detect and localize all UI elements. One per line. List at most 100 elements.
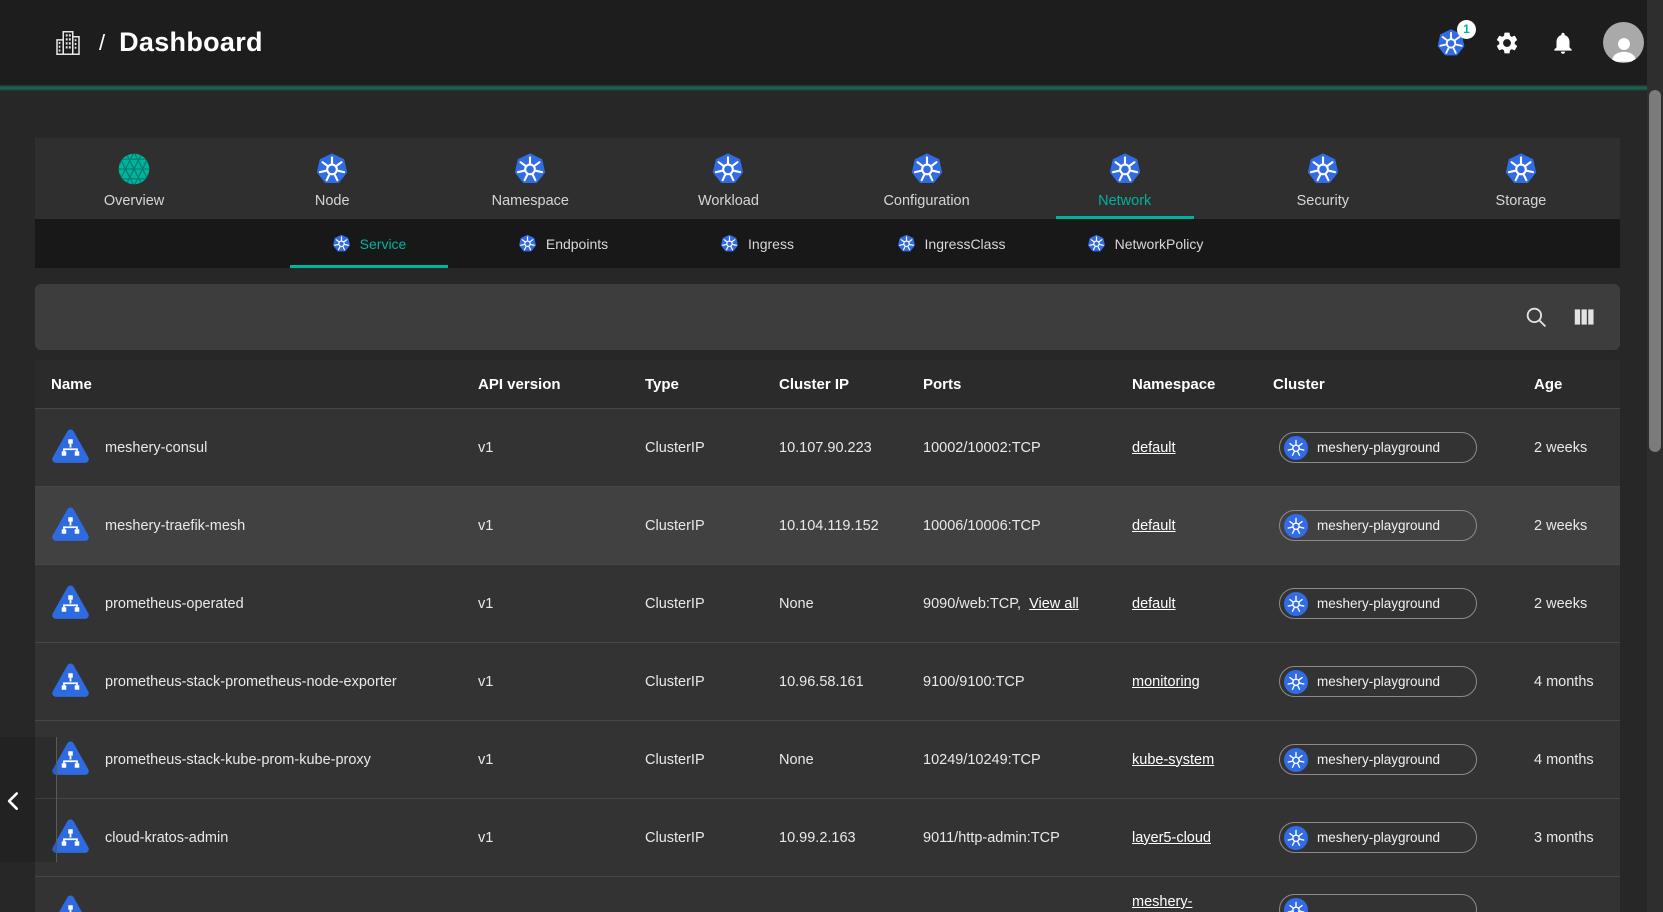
namespace-link[interactable]: meshery- (1132, 894, 1192, 910)
page-scrollbar (1647, 0, 1663, 912)
namespace-cell: default (1116, 565, 1257, 642)
column-header-cluster-ip[interactable]: Cluster IP (763, 376, 907, 393)
table-row[interactable]: prometheus-stack-prometheus-node-exporte… (35, 642, 1620, 720)
table-row[interactable]: prometheus-stack-kube-prom-kube-proxy v1… (35, 720, 1620, 798)
table-row[interactable]: meshery-traefik-mesh v1 ClusterIP 10.104… (35, 486, 1620, 564)
kubernetes-context-button[interactable]: 1 (1435, 27, 1467, 59)
cluster-ip-cell (763, 877, 907, 894)
type-cell: ClusterIP (629, 565, 763, 642)
column-header-name[interactable]: Name (35, 376, 462, 393)
cluster-cell: meshery-playground (1257, 799, 1518, 876)
tab-workload[interactable]: Workload (629, 138, 827, 219)
age-cell: 3 months (1518, 799, 1620, 876)
service-icon (51, 894, 90, 912)
meshery-icon (117, 152, 151, 186)
column-header-ports[interactable]: Ports (907, 376, 1116, 393)
kubernetes-icon (1284, 670, 1308, 694)
gear-icon (1494, 30, 1520, 56)
age-cell: 2 weeks (1518, 565, 1620, 642)
namespace-cell: monitoring (1116, 643, 1257, 720)
cluster-cell: meshery-playground (1257, 721, 1518, 798)
column-header-type[interactable]: Type (629, 376, 763, 393)
organization-building-icon[interactable] (53, 28, 83, 58)
cluster-chip[interactable] (1279, 894, 1477, 912)
ports-value: 10249/10249:TCP (923, 752, 1041, 768)
kubernetes-icon (518, 234, 537, 253)
table-toolbar (35, 284, 1620, 350)
kubernetes-icon (720, 234, 739, 253)
ports-cell: 10006/10006:TCP (907, 487, 1116, 564)
kubernetes-icon (1504, 152, 1538, 186)
service-icon (51, 506, 90, 545)
ports-cell: 10002/10002:TCP (907, 409, 1116, 486)
table-row[interactable]: cloud-kratos-admin v1 ClusterIP 10.99.2.… (35, 798, 1620, 876)
chevron-left-icon[interactable] (1, 787, 27, 813)
column-header-age[interactable]: Age (1518, 376, 1620, 393)
type-cell (629, 877, 763, 894)
namespace-link[interactable]: monitoring (1132, 674, 1200, 690)
cluster-ip-cell: 10.107.90.223 (763, 409, 907, 486)
subtab-ingress[interactable]: Ingress (660, 219, 854, 268)
column-header-api-version[interactable]: API version (462, 376, 629, 393)
kubernetes-icon (513, 152, 547, 186)
scrollbar-thumb[interactable] (1649, 90, 1661, 452)
cluster-cell: meshery-playground (1257, 487, 1518, 564)
column-header-namespace[interactable]: Namespace (1116, 376, 1257, 393)
kubernetes-icon (1306, 152, 1340, 186)
namespace-link[interactable]: layer5-cloud (1132, 830, 1211, 846)
namespace-cell: default (1116, 409, 1257, 486)
cluster-chip[interactable]: meshery-playground (1279, 588, 1477, 619)
ports-cell: 9011/http-admin:TCP (907, 799, 1116, 876)
tab-storage[interactable]: Storage (1422, 138, 1620, 219)
cluster-chip[interactable]: meshery-playground (1279, 510, 1477, 541)
namespace-cell: meshery- (1116, 877, 1257, 910)
column-header-cluster[interactable]: Cluster (1257, 376, 1518, 393)
age-cell: 2 weeks (1518, 487, 1620, 564)
user-avatar[interactable] (1603, 22, 1644, 63)
cluster-chip[interactable]: meshery-playground (1279, 744, 1477, 775)
cluster-ip-cell: None (763, 565, 907, 642)
table-row[interactable]: meshery-consul v1 ClusterIP 10.107.90.22… (35, 408, 1620, 486)
cluster-chip[interactable]: meshery-playground (1279, 822, 1477, 853)
namespace-link[interactable]: default (1132, 440, 1176, 456)
tab-security[interactable]: Security (1224, 138, 1422, 219)
notifications-button[interactable] (1547, 27, 1579, 59)
tab-namespace[interactable]: Namespace (431, 138, 629, 219)
subtab-endpoints[interactable]: Endpoints (466, 219, 660, 268)
subtab-ingressclass[interactable]: IngressClass (854, 219, 1048, 268)
namespace-link[interactable]: kube-system (1132, 752, 1214, 768)
tab-label: Node (315, 193, 350, 209)
kubernetes-icon (1087, 234, 1106, 253)
subtab-label: NetworkPolicy (1115, 236, 1204, 252)
service-name: prometheus-operated (105, 596, 244, 612)
cluster-chip[interactable]: meshery-playground (1279, 666, 1477, 697)
person-icon (1607, 32, 1641, 63)
search-button[interactable] (1520, 301, 1552, 333)
main-tabs: Overview Node Namespace Workload Configu… (35, 138, 1620, 219)
cluster-chip[interactable]: meshery-playground (1279, 432, 1477, 463)
settings-button[interactable] (1491, 27, 1523, 59)
cluster-cell (1257, 877, 1518, 912)
cluster-ip-cell: 10.96.58.161 (763, 643, 907, 720)
table-row[interactable]: prometheus-operated v1 ClusterIP None 90… (35, 564, 1620, 642)
subtab-service[interactable]: Service (272, 219, 466, 268)
kubernetes-icon (1284, 592, 1308, 616)
age-cell (1518, 877, 1620, 894)
ports-value: 9100/9100:TCP (923, 674, 1025, 690)
tab-overview[interactable]: Overview (35, 138, 233, 219)
header-actions: 1 (1435, 22, 1644, 63)
tab-network[interactable]: Network (1026, 138, 1224, 219)
table-row[interactable]: meshery- (35, 876, 1620, 912)
kubernetes-icon (1108, 152, 1142, 186)
tab-label: Overview (104, 193, 164, 209)
view-all-link[interactable]: View all (1029, 596, 1079, 612)
tab-node[interactable]: Node (233, 138, 431, 219)
tab-configuration[interactable]: Configuration (828, 138, 1026, 219)
view-columns-button[interactable] (1568, 301, 1600, 333)
subtab-networkpolicy[interactable]: NetworkPolicy (1048, 219, 1242, 268)
namespace-link[interactable]: default (1132, 518, 1176, 534)
namespace-link[interactable]: default (1132, 596, 1176, 612)
kubernetes-icon (1284, 748, 1308, 772)
cluster-ip-cell: 10.99.2.163 (763, 799, 907, 876)
kubernetes-icon (1284, 436, 1308, 460)
